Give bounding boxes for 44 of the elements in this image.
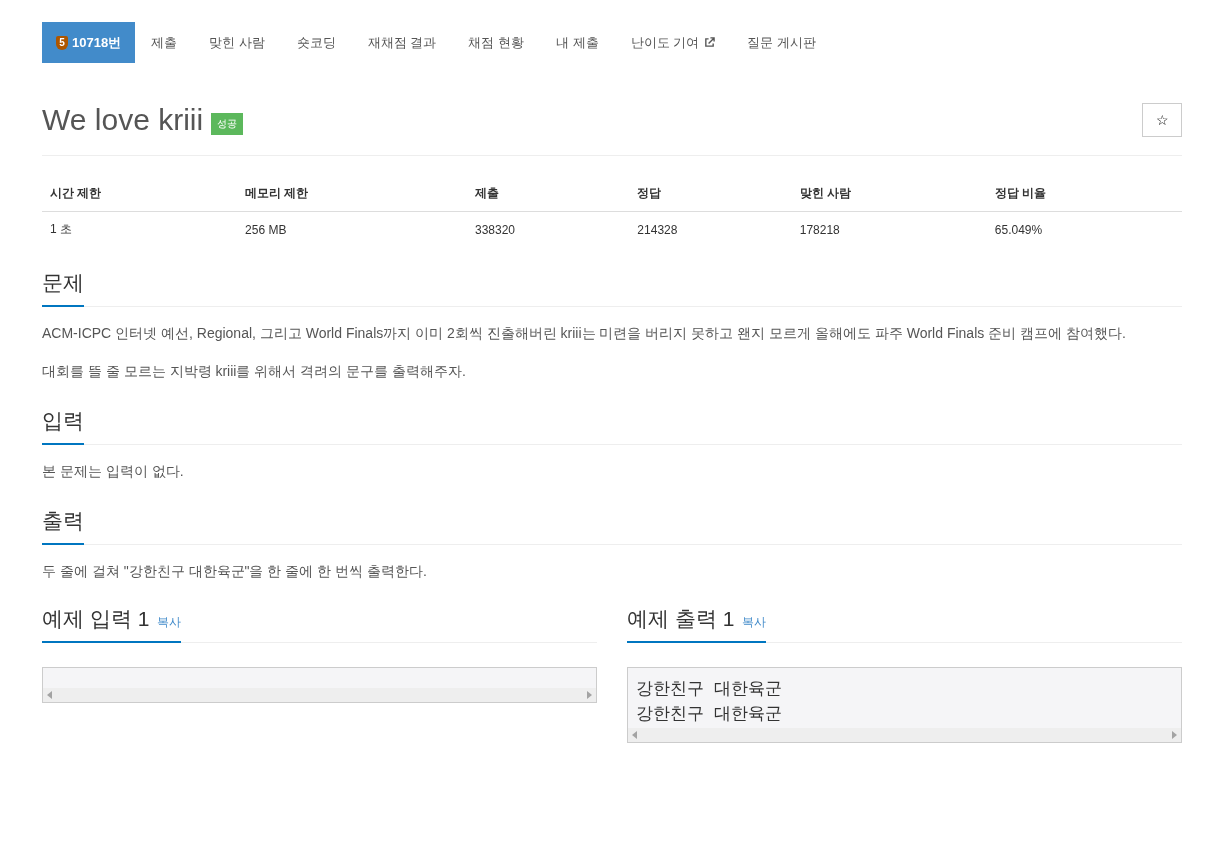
column-header: 맞힌 사람 bbox=[791, 176, 987, 212]
nav-tab[interactable]: 채점 현황 bbox=[452, 22, 541, 63]
scroll-right-icon[interactable] bbox=[586, 691, 592, 699]
paragraph: ACM-ICPC 인터넷 예선, Regional, 그리고 World Finals까지 이미 2회씩 진출해버린 kriii는 미련을 버리지 못하고 왠지 모르게 올해에도 파주 World Finals 준비 캠프에 참여했다. bbox=[42, 324, 1127, 343]
column-header: 제출 bbox=[467, 176, 630, 212]
table-cell: 338320 bbox=[467, 211, 630, 247]
sample-line: 강한친구 대한육군 bbox=[636, 677, 784, 700]
paragraph: 본 문제는 입력이 없다. bbox=[42, 462, 185, 481]
column-header: 시간 제한 bbox=[42, 176, 238, 212]
section-heading: 문제 bbox=[42, 269, 84, 307]
nav-tab[interactable]: 제출 bbox=[135, 22, 194, 63]
table-cell: 214328 bbox=[629, 211, 792, 247]
copy-link[interactable]: 복사 bbox=[157, 615, 182, 629]
sample-line: 강한친구 대한육군 bbox=[636, 702, 784, 725]
column-header: 메모리 제한 bbox=[237, 176, 467, 212]
section-heading: 출력 bbox=[42, 507, 84, 545]
scroll-left-icon[interactable] bbox=[632, 731, 638, 739]
paragraph: 두 줄에 걸쳐 "강한친구 대한육군"을 한 줄에 한 번씩 출력한다. bbox=[42, 562, 428, 581]
scroll-left-icon[interactable] bbox=[47, 691, 53, 699]
nav-tab[interactable]: 난이도 기여 bbox=[614, 22, 732, 63]
scrollbar[interactable] bbox=[628, 728, 1181, 742]
tier-badge-icon: 5 bbox=[56, 35, 68, 50]
table-cell: 178218 bbox=[791, 211, 987, 247]
nav-tab[interactable]: 재채점 결과 bbox=[351, 22, 453, 63]
copy-link[interactable]: 복사 bbox=[742, 615, 767, 629]
table-cell: 65.049% bbox=[986, 211, 1182, 247]
section-heading: 예제 입력 1 bbox=[42, 607, 150, 630]
section-heading: 입력 bbox=[42, 407, 84, 445]
column-header: 정답 bbox=[629, 176, 792, 212]
scrollbar[interactable] bbox=[43, 688, 596, 702]
scroll-right-icon[interactable] bbox=[1171, 731, 1177, 739]
table-cell: 256 MB bbox=[237, 211, 467, 247]
problem-title: We love kriii bbox=[42, 103, 204, 137]
nav-tab[interactable]: 맞힌 사람 bbox=[193, 22, 281, 63]
nav-tab[interactable]: 질문 게시판 bbox=[731, 22, 832, 63]
status-badge: 성공 bbox=[211, 113, 244, 135]
section-heading: 예제 출력 1 bbox=[627, 607, 735, 630]
nav-tab[interactable]: 내 제출 bbox=[540, 22, 615, 63]
column-header: 정답 비율 bbox=[986, 176, 1182, 212]
nav-tab[interactable]: 5 10718번 bbox=[42, 22, 136, 63]
nav-tab[interactable]: 숏코딩 bbox=[280, 22, 352, 63]
paragraph: 대회를 뜰 줄 모르는 지박령 kriii를 위해서 격려의 문구를 출력해주자. bbox=[42, 362, 467, 381]
table-cell: 1 초 bbox=[42, 211, 238, 247]
favorite-button[interactable]: ☆ bbox=[1142, 103, 1182, 137]
